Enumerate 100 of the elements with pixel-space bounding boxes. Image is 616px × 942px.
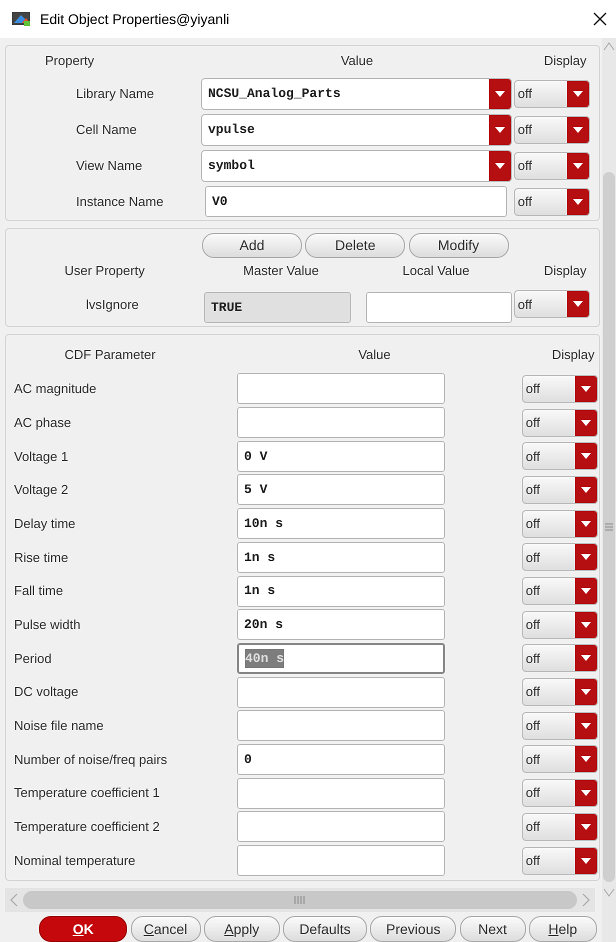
dialog-button[interactable]: Next xyxy=(460,916,526,942)
dialog-button[interactable]: Previous xyxy=(370,916,456,942)
dropdown-arrow-icon xyxy=(572,301,583,308)
field-label: Rise time xyxy=(14,550,68,565)
field-label: Number of noise/freq pairs xyxy=(14,752,168,767)
dropdown-arrow-icon xyxy=(580,453,591,460)
input-field[interactable] xyxy=(237,811,445,842)
field-label: Pulse width xyxy=(14,616,80,632)
column-header: Display xyxy=(544,262,586,278)
field-label: AC phase xyxy=(14,414,72,430)
dropdown-arrow-icon xyxy=(572,127,583,133)
push-button[interactable]: Add xyxy=(202,232,302,258)
input-field[interactable]: 5 V xyxy=(237,474,445,506)
dropdown-arrow-icon xyxy=(580,420,591,426)
grip-icon xyxy=(605,523,613,531)
field-label: DC voltage xyxy=(14,684,78,700)
display-dropdown[interactable]: off xyxy=(522,476,598,504)
input-field[interactable]: 20n s xyxy=(237,609,445,640)
display-dropdown[interactable]: off xyxy=(522,610,598,639)
input-field[interactable] xyxy=(237,710,445,742)
dropdown-arrow-icon xyxy=(580,386,591,392)
column-header: Master Value xyxy=(243,262,319,278)
push-button[interactable]: Delete xyxy=(305,232,406,258)
input-field[interactable]: 1n s xyxy=(237,542,445,573)
dropdown-arrow-icon xyxy=(580,689,591,696)
dropdown-arrow-icon xyxy=(580,756,591,762)
ok-button[interactable]: OK xyxy=(39,916,128,942)
dialog-button[interactable]: Cancel xyxy=(130,916,200,942)
display-dropdown[interactable]: off xyxy=(522,779,598,808)
dialog-button[interactable]: Defaults xyxy=(283,916,367,942)
display-dropdown[interactable]: off xyxy=(522,374,598,403)
column-header: Local Value xyxy=(402,262,470,278)
dialog-button[interactable]: Apply xyxy=(204,916,280,942)
display-dropdown[interactable]: off xyxy=(522,644,598,672)
column-header: Property xyxy=(45,53,94,68)
field-label: Library Name xyxy=(76,86,154,102)
display-dropdown[interactable]: off xyxy=(522,745,598,774)
display-dropdown[interactable]: off xyxy=(514,152,590,180)
dropdown-arrow-icon xyxy=(495,163,505,169)
column-header: User Property xyxy=(64,262,145,278)
combo-box[interactable]: symbol xyxy=(201,150,512,182)
input-field[interactable] xyxy=(237,676,445,708)
dropdown-arrow-icon xyxy=(572,198,583,204)
push-button[interactable]: Modify xyxy=(408,232,508,258)
display-dropdown[interactable]: off xyxy=(522,712,598,740)
input-field[interactable] xyxy=(366,292,512,323)
input-field[interactable]: 0 V xyxy=(237,440,445,472)
dropdown-arrow-icon xyxy=(580,520,591,527)
display-dropdown[interactable]: off xyxy=(522,678,598,706)
input-field[interactable] xyxy=(237,778,445,809)
display-dropdown[interactable]: off xyxy=(522,812,598,841)
input-field[interactable]: 10n s xyxy=(237,508,445,540)
field-label: Temperature coefficient 1 xyxy=(14,785,160,800)
display-dropdown[interactable]: off xyxy=(522,543,598,572)
column-header: Display xyxy=(552,347,594,362)
display-dropdown[interactable]: off xyxy=(522,442,598,470)
input-field: TRUE xyxy=(204,292,351,323)
input-field[interactable]: V0 xyxy=(205,186,507,217)
display-dropdown[interactable]: off xyxy=(514,116,590,144)
dropdown-arrow-icon xyxy=(580,790,591,796)
field-label: View Name xyxy=(76,158,142,174)
column-header: CDF Parameter xyxy=(64,347,156,362)
display-dropdown[interactable]: off xyxy=(522,846,598,875)
field-label: Cell Name xyxy=(76,122,137,138)
display-dropdown[interactable]: off xyxy=(514,80,590,108)
close-icon[interactable] xyxy=(592,11,608,27)
column-header: Display xyxy=(544,53,586,68)
dropdown-arrow-icon xyxy=(495,127,505,133)
field-label: lvsIgnore xyxy=(86,296,139,312)
display-dropdown[interactable]: off xyxy=(522,408,598,437)
input-field[interactable] xyxy=(237,407,445,438)
field-label: Temperature coefficient 2 xyxy=(14,819,160,834)
field-label: Fall time xyxy=(14,583,64,598)
field-label: Instance Name xyxy=(76,194,164,209)
dropdown-arrow-icon xyxy=(572,163,583,169)
input-field[interactable]: 1n s xyxy=(237,576,445,607)
dropdown-arrow-icon xyxy=(580,722,591,729)
input-field[interactable]: 0 xyxy=(237,744,445,775)
input-field[interactable] xyxy=(237,845,445,876)
app-icon xyxy=(12,11,32,27)
window-title: Edit Object Properties@yiyanli xyxy=(40,10,230,29)
dropdown-arrow-icon xyxy=(580,554,591,560)
combo-box[interactable]: NCSU_Analog_Parts xyxy=(201,78,512,110)
display-dropdown[interactable]: off xyxy=(522,510,598,538)
grip-icon xyxy=(294,895,306,906)
input-field[interactable] xyxy=(237,373,445,404)
field-label: AC magnitude xyxy=(14,381,96,396)
field-label: Noise file name xyxy=(14,718,104,734)
dropdown-arrow-icon xyxy=(580,655,591,662)
display-dropdown[interactable]: off xyxy=(514,188,590,216)
display-dropdown[interactable]: off xyxy=(522,577,598,606)
field-label: Delay time xyxy=(14,516,76,531)
field-label: Voltage 1 xyxy=(14,448,68,464)
combo-box[interactable]: vpulse xyxy=(201,114,512,146)
display-dropdown[interactable]: off xyxy=(514,290,590,318)
dropdown-arrow-icon xyxy=(580,824,591,830)
dialog-button[interactable]: Help xyxy=(528,916,597,942)
column-header: Value xyxy=(340,53,374,68)
field-label: Nominal temperature xyxy=(14,852,136,868)
dropdown-arrow-icon xyxy=(580,486,591,493)
